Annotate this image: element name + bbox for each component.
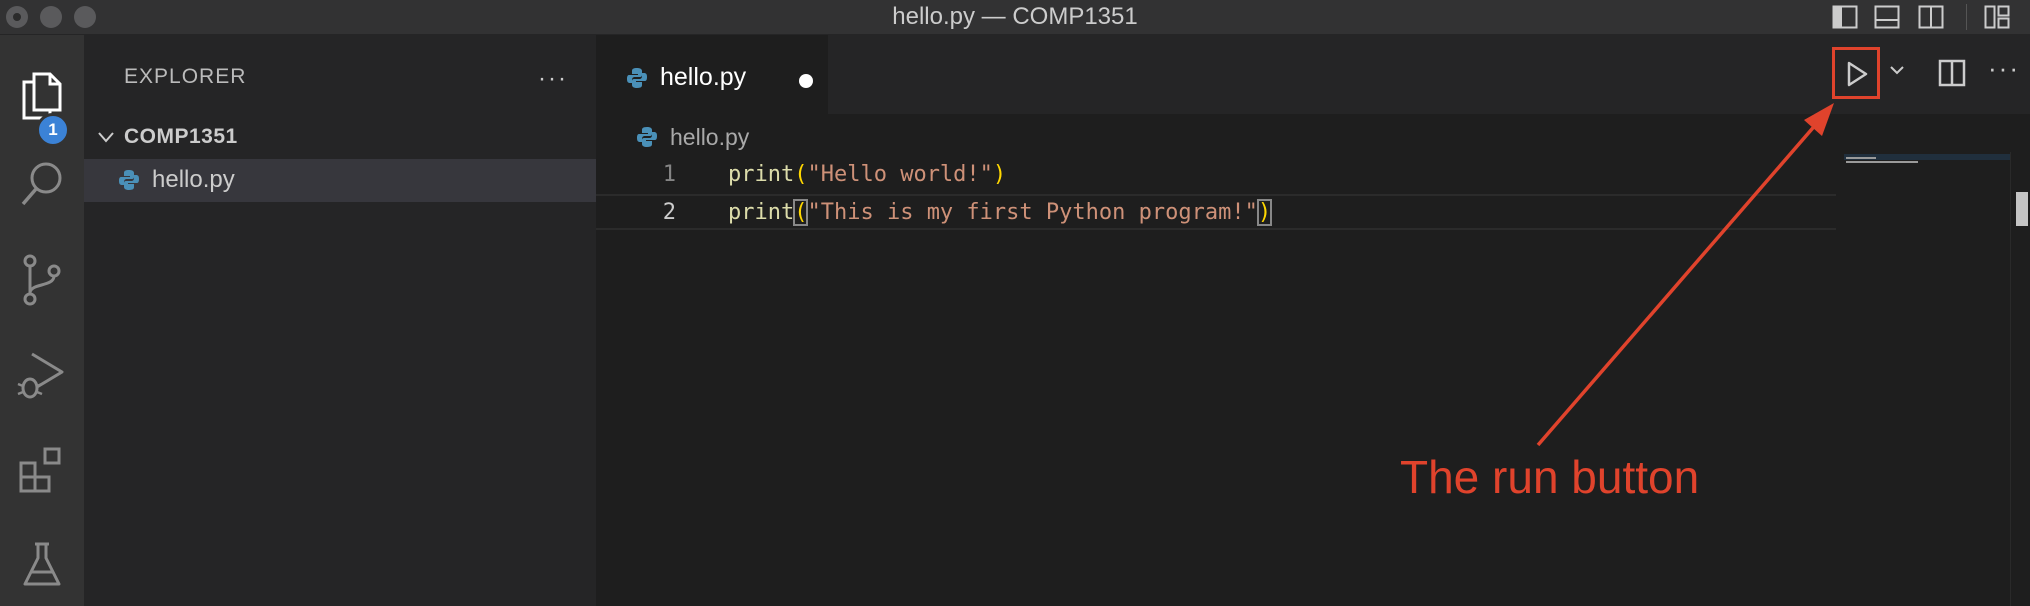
code-paren: ) xyxy=(1256,199,1273,226)
split-editor-icon[interactable] xyxy=(1938,59,1966,87)
toggle-panel-icon[interactable] xyxy=(1874,5,1900,29)
editor-area[interactable]: hello.py 1 print("Hello world!") 2 print… xyxy=(596,114,2030,606)
run-options-chevron-icon[interactable] xyxy=(1888,62,1906,78)
breadcrumb-label: hello.py xyxy=(670,124,750,150)
customize-layout-icon[interactable] xyxy=(1984,5,2010,29)
activity-source-control[interactable] xyxy=(0,240,84,320)
window-title: hello.py — COMP1351 xyxy=(892,3,1138,30)
toggle-primary-sidebar-icon[interactable] xyxy=(1832,5,1858,29)
code-paren: ( xyxy=(794,162,808,187)
file-label: hello.py xyxy=(152,166,235,193)
code-string: "This is my first Python program!" xyxy=(807,200,1258,225)
extensions-icon xyxy=(19,447,61,493)
annotation-label: The run button xyxy=(1400,451,1700,503)
code-paren: ) xyxy=(992,162,1007,187)
code-line-active[interactable]: 2 print("This is my first Python program… xyxy=(596,194,1836,230)
code-paren: ( xyxy=(793,199,809,226)
code-string: "Hello world!" xyxy=(807,162,993,187)
code-function: print xyxy=(728,162,795,187)
code-line[interactable]: 1 print("Hello world!") xyxy=(596,158,1836,194)
explorer-more-actions-button[interactable]: ··· xyxy=(538,65,568,93)
scrollbar-thumb[interactable] xyxy=(2016,192,2028,226)
line-number: 1 xyxy=(662,162,676,187)
activity-run-debug[interactable] xyxy=(0,335,84,415)
activity-testing[interactable] xyxy=(0,525,84,605)
run-button[interactable] xyxy=(1832,47,1880,99)
title-divider xyxy=(1966,4,1967,30)
unsaved-indicator[interactable] xyxy=(799,74,813,88)
line-number: 2 xyxy=(662,200,676,225)
play-icon xyxy=(1847,61,1868,87)
activity-search[interactable] xyxy=(0,145,84,225)
explorer-badge: 1 xyxy=(36,113,70,147)
toggle-secondary-sidebar-icon[interactable] xyxy=(1918,5,1944,29)
python-file-icon xyxy=(627,68,647,88)
explorer-sidebar: EXPLORER ··· COMP1351 hello.py xyxy=(84,35,596,606)
testing-icon xyxy=(23,542,61,586)
source-control-icon xyxy=(23,254,61,306)
explorer-title: EXPLORER xyxy=(124,65,247,88)
tab-label: hello.py xyxy=(660,63,747,91)
chevron-down-icon xyxy=(98,132,114,143)
search-icon xyxy=(21,162,62,206)
explorer-icon xyxy=(22,72,62,120)
minimap[interactable] xyxy=(1844,114,2014,604)
activity-extensions[interactable] xyxy=(0,430,84,510)
python-file-icon xyxy=(637,127,657,147)
python-file-icon xyxy=(119,170,139,190)
folder-label: COMP1351 xyxy=(124,125,238,148)
tab-hello-py[interactable]: hello.py xyxy=(596,35,828,114)
folder-row[interactable]: COMP1351 xyxy=(84,119,596,159)
file-row[interactable]: hello.py xyxy=(84,159,596,202)
editor-more-actions-button[interactable]: ··· xyxy=(1988,53,2020,84)
activity-bar: 1 xyxy=(0,35,84,606)
title-bar: hello.py — COMP1351 xyxy=(0,0,2030,35)
activity-explorer[interactable]: 1 xyxy=(0,55,84,147)
run-debug-icon xyxy=(17,352,64,399)
editor-tab-bar: hello.py ··· xyxy=(596,35,2030,114)
code-function: print xyxy=(728,200,795,225)
